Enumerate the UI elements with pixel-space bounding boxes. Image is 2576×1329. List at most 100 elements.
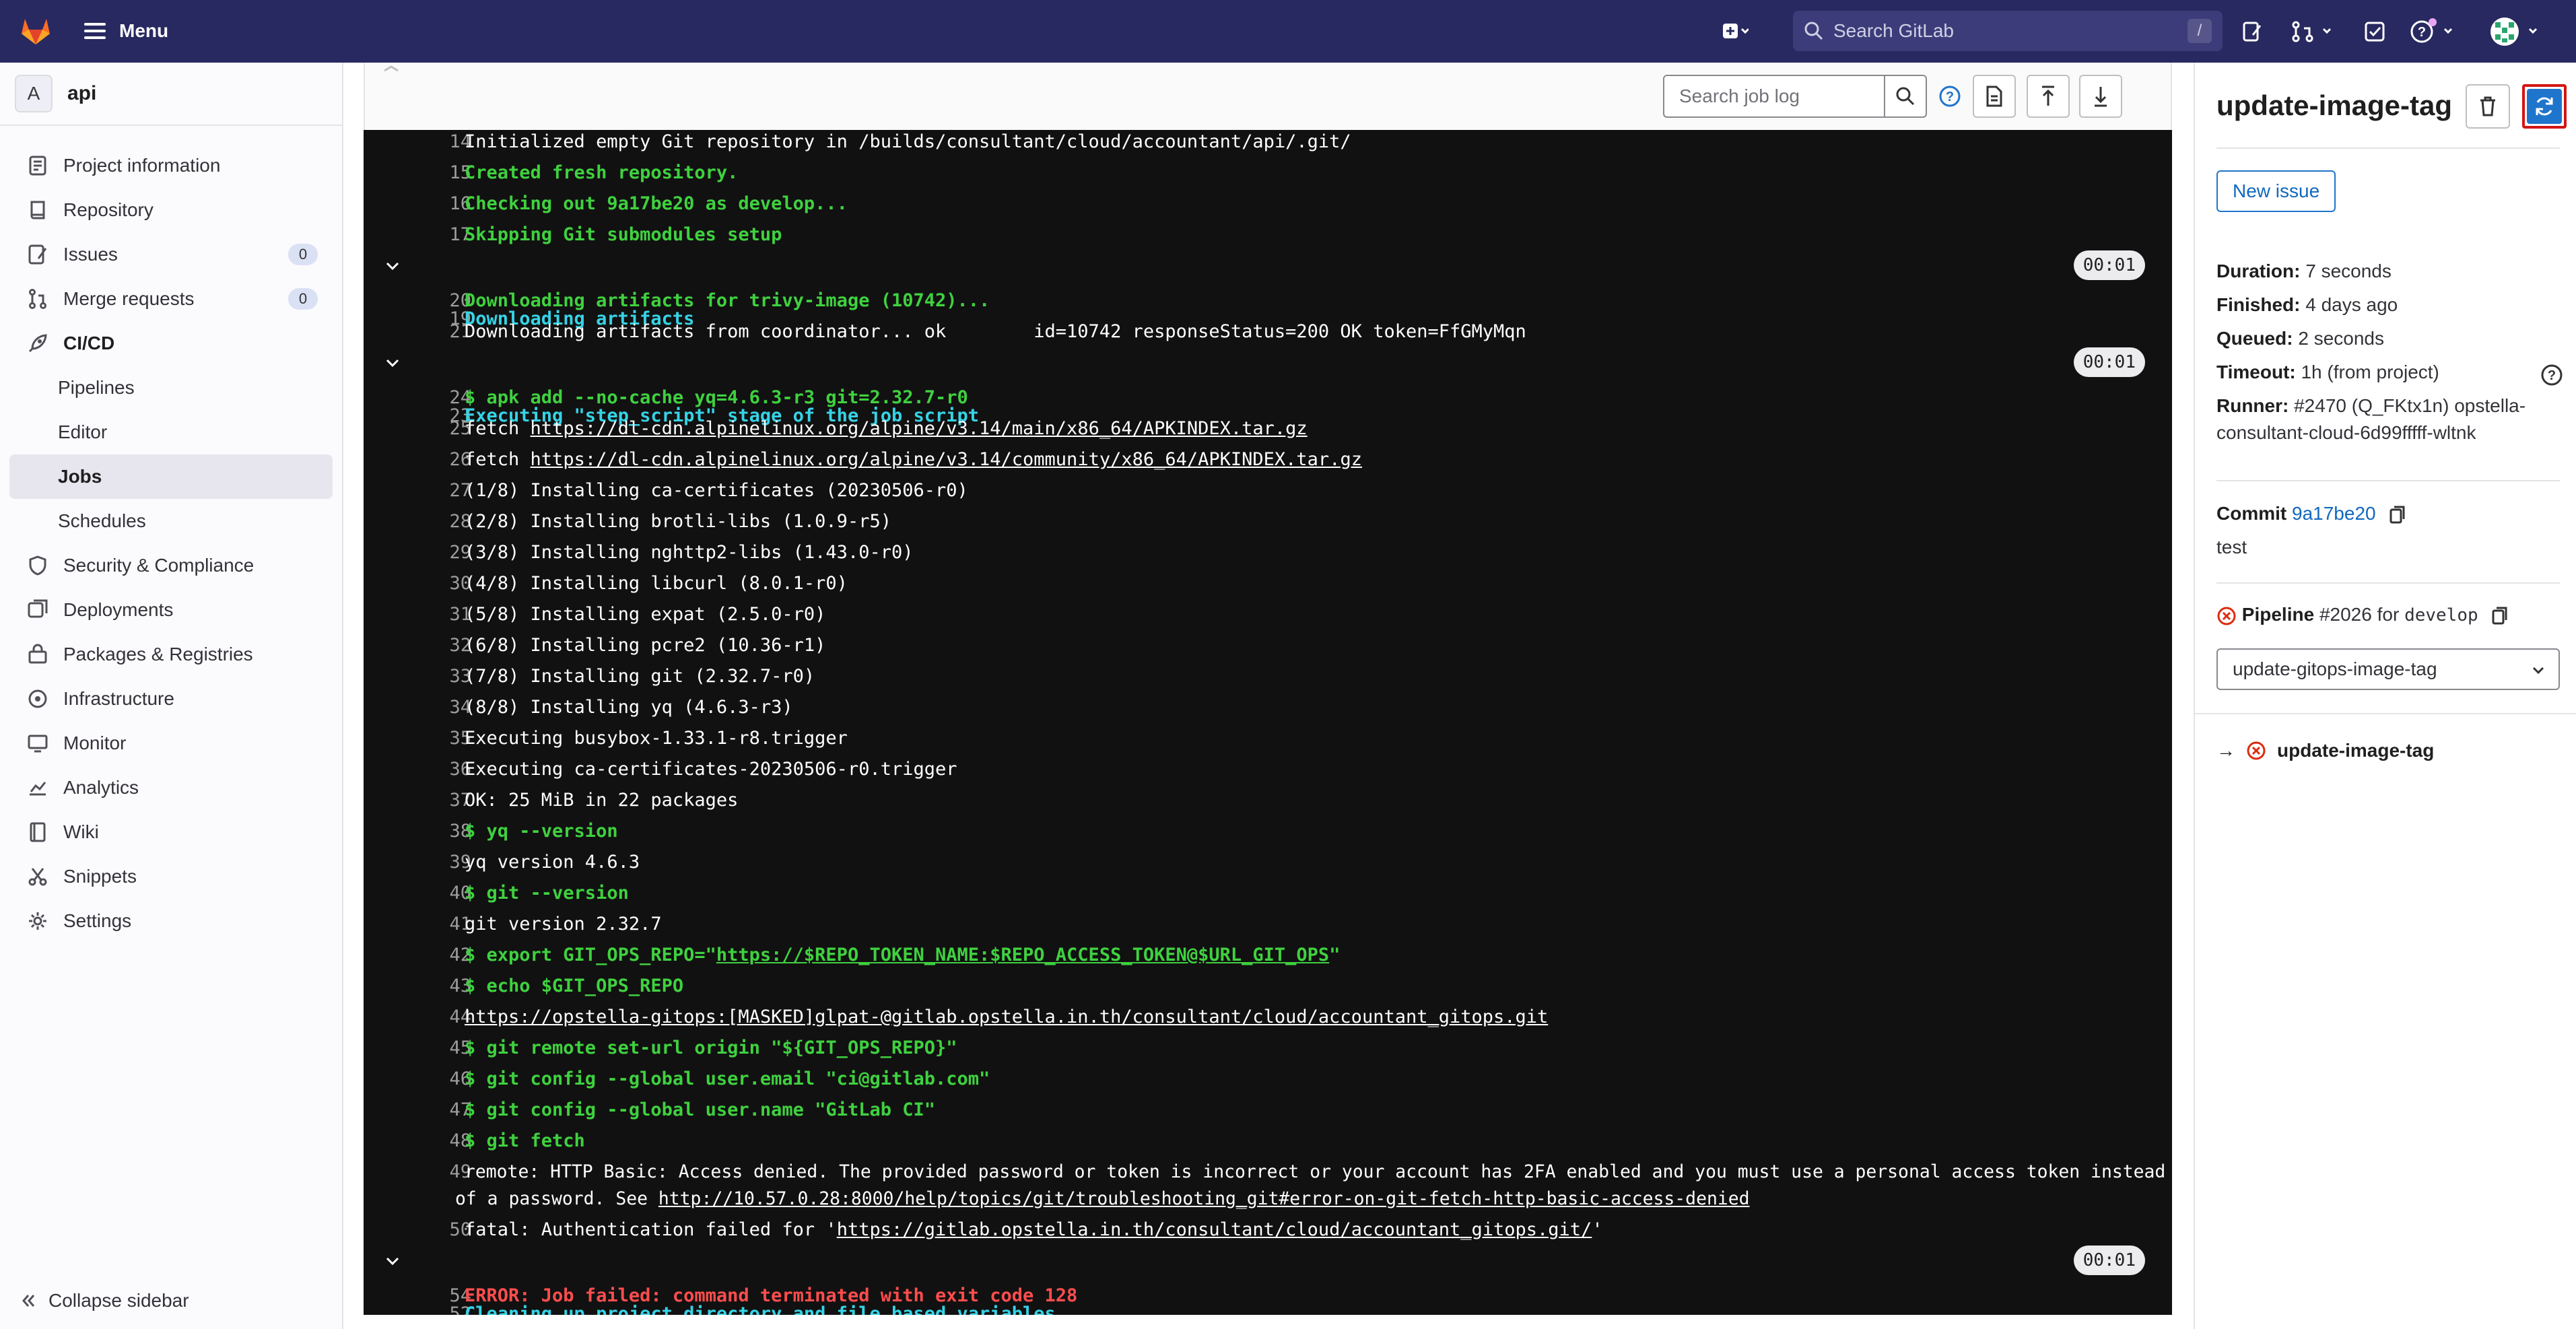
sidebar-item-snippets[interactable]: Snippets: [9, 854, 333, 899]
merge-request-icon: [2292, 21, 2332, 42]
log-line: 27 (1/8) Installing ca-certificates (2023…: [449, 480, 968, 501]
search-job-log-button[interactable]: [1884, 75, 1927, 118]
log-line: 46 $ git config --global user.email "ci@g…: [449, 1068, 990, 1089]
project-header[interactable]: A api: [15, 72, 96, 115]
menu-button[interactable]: Menu: [84, 15, 168, 47]
scroll-up-icon: [2042, 86, 2054, 106]
todo-icon: [2365, 22, 2385, 42]
pipeline-row: Pipeline #2026 for develop: [2216, 601, 2553, 629]
help-icon[interactable]: ?: [1938, 84, 1962, 108]
log-line: 37 OK: 25 MiB in 22 packages: [449, 790, 739, 811]
sidebar-item-settings[interactable]: Settings: [9, 899, 333, 943]
log-line: 28 (2/8) Installing brotli-libs (1.0.9-r5…: [449, 511, 891, 532]
question-circle-icon[interactable]: ?: [2540, 363, 2564, 387]
sidebar-item-jobs[interactable]: Jobs: [9, 454, 333, 499]
sidebar-item-ci-cd[interactable]: CI/CD: [9, 321, 333, 366]
book-icon: [26, 820, 50, 844]
log-section-header[interactable]: 19 Downloading artifacts 00:01: [364, 250, 2172, 329]
divider: [2216, 582, 2560, 584]
timeout-row: Timeout: 1h (from project): [2216, 362, 2439, 382]
user-menu-button[interactable]: [2488, 15, 2546, 48]
hamburger-icon: [84, 23, 106, 39]
log-line: 30 (4/8) Installing libcurl (8.0.1-r0): [449, 573, 848, 594]
chevron-down-icon[interactable]: [384, 1252, 401, 1270]
chevron-down-icon[interactable]: [384, 354, 401, 372]
search-job-log-input[interactable]: Search job log: [1663, 75, 1885, 118]
monitor-icon: [26, 731, 50, 755]
log-line: 43 $ echo $GIT_OPS_REPO: [449, 976, 684, 996]
chevron-down-icon[interactable]: [384, 257, 401, 275]
sidebar-item-security-compliance[interactable]: Security & Compliance: [9, 543, 333, 588]
current-job-item[interactable]: → update-image-tag: [2216, 736, 2434, 765]
issues-shortcut-button[interactable]: [2235, 15, 2269, 48]
sidebar-item-label: Deployments: [63, 599, 174, 620]
help-menu-button[interactable]: ?: [2408, 15, 2466, 48]
log-link[interactable]: https://$REPO_TOKEN_NAME:$REPO_ACCESS_TO…: [716, 945, 1329, 965]
log-line: 35 Executing busybox-1.33.1-r8.trigger: [449, 728, 848, 749]
scroll-to-bottom-button[interactable]: [2079, 75, 2122, 118]
job-log: 14 Initialized empty Git repository in /b…: [364, 130, 2172, 1315]
log-line: 50 fatal: Authentication failed for 'http…: [449, 1219, 1603, 1240]
commit-sha-link[interactable]: 9a17be20: [2292, 503, 2376, 524]
sidebar-item-packages-registries[interactable]: Packages & Registries: [9, 632, 333, 677]
issues-icon: [2243, 22, 2262, 42]
sidebar-item-schedules[interactable]: Schedules: [9, 499, 333, 543]
sidebar-item-label: Issues: [63, 244, 118, 265]
scroll-to-top-button[interactable]: [2027, 75, 2070, 118]
sidebar-item-pipelines[interactable]: Pipelines: [9, 366, 333, 410]
sidebar-item-repository[interactable]: Repository: [9, 188, 333, 232]
plus-square-icon: [1723, 24, 1749, 38]
show-raw-button[interactable]: [1973, 75, 2016, 118]
collapse-sidebar-button[interactable]: Collapse sidebar: [19, 1285, 189, 1317]
log-line: 14 Initialized empty Git repository in /b…: [449, 131, 1351, 152]
log-section-header[interactable]: 52 Cleaning up project directory and file…: [364, 1246, 2172, 1315]
log-link[interactable]: https://dl-cdn.alpinelinux.org/alpine/v3…: [531, 418, 1308, 439]
log-link[interactable]: https://gitlab.opstella.in.th/consultant…: [837, 1219, 1592, 1240]
divider: [0, 125, 342, 126]
sidebar-item-deployments[interactable]: Deployments: [9, 588, 333, 632]
log-line: 31 (5/8) Installing expat (2.5.0-r0): [449, 604, 826, 625]
log-line: 24 $ apk add --no-cache yq=4.6.3-r3 git=2…: [449, 387, 968, 408]
sidebar-item-infrastructure[interactable]: Infrastructure: [9, 677, 333, 721]
search-shortcut-badge: /: [2188, 19, 2212, 43]
log-line: 26 fetch https://dl-cdn.alpinelinux.org/a…: [449, 449, 1362, 470]
sidebar-item-label: Pipelines: [58, 377, 135, 398]
sidebar-item-label: Project information: [63, 155, 221, 176]
log-line: 33 (7/8) Installing git (2.32.7-r0): [449, 666, 815, 687]
branch-ref[interactable]: develop: [2404, 605, 2478, 625]
sidebar-item-monitor[interactable]: Monitor: [9, 721, 333, 765]
status-failed-icon: [2217, 607, 2236, 625]
erase-job-button[interactable]: [2466, 84, 2510, 129]
sidebar-item-label: Jobs: [58, 466, 102, 487]
copy-icon[interactable]: [2491, 606, 2509, 626]
new-issue-button[interactable]: New issue: [2216, 170, 2336, 212]
global-search-input[interactable]: Search GitLab /: [1793, 11, 2223, 51]
merge-requests-shortcut-button[interactable]: [2286, 15, 2340, 48]
sidebar-item-project-information[interactable]: Project information: [9, 143, 333, 188]
log-section-header[interactable]: 23 Executing "step_script" stage of the j…: [364, 347, 2172, 426]
log-line: 48 $ git fetch: [449, 1130, 585, 1151]
log-line: 32 (6/8) Installing pcre2 (10.36-r1): [449, 635, 826, 656]
sidebar-item-editor[interactable]: Editor: [9, 410, 333, 454]
help-icon: ?: [2410, 18, 2453, 43]
sidebar-item-analytics[interactable]: Analytics: [9, 765, 333, 810]
pipeline-link[interactable]: #2026: [2319, 604, 2372, 625]
retry-job-button[interactable]: [2522, 84, 2567, 129]
todos-button[interactable]: [2358, 15, 2392, 48]
gitlab-logo-icon[interactable]: [19, 13, 53, 47]
copy-icon[interactable]: [2389, 505, 2406, 525]
log-link[interactable]: https://dl-cdn.alpinelinux.org/alpine/v3…: [531, 449, 1362, 470]
log-line: 49 remote: HTTP Basic: Access denied. The…: [449, 1161, 2166, 1182]
divider: [2216, 480, 2560, 481]
log-link[interactable]: http://10.57.0.28:8000/help/topics/git/t…: [658, 1188, 1750, 1209]
sidebar-item-wiki[interactable]: Wiki: [9, 810, 333, 854]
create-new-button[interactable]: [1718, 15, 1752, 48]
stage-dropdown[interactable]: update-gitops-image-tag: [2216, 648, 2560, 690]
job-log-toolbar: Search job log ?: [364, 63, 2172, 130]
project-name: api: [67, 82, 97, 104]
log-line: 44 https://opstella-gitops:[MASKED]glpat-…: [364, 1004, 2172, 1031]
sidebar-item-label: Settings: [63, 910, 132, 931]
sidebar-item-merge-requests[interactable]: Merge requests 0: [9, 277, 333, 321]
sidebar-item-issues[interactable]: Issues 0: [9, 232, 333, 277]
log-link[interactable]: https://opstella-gitops:[MASKED]glpat-@g…: [465, 1004, 1548, 1031]
